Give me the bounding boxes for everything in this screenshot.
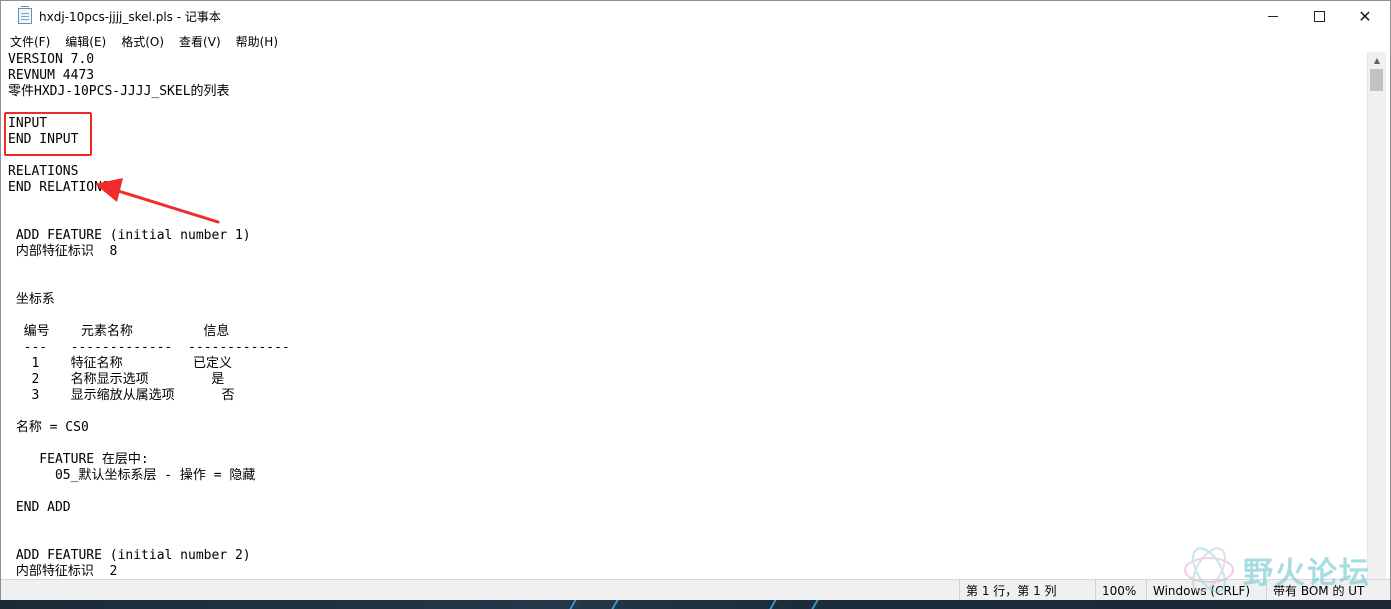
status-encoding: 带有 BOM 的 UT bbox=[1266, 580, 1391, 602]
close-button[interactable]: ✕ bbox=[1342, 1, 1388, 31]
title-bar[interactable]: hxdj-10pcs-jjjj_skel.pls - 记事本 ✕ bbox=[1, 1, 1390, 31]
editor-line[interactable] bbox=[8, 484, 1367, 500]
annotation-arrow-icon bbox=[95, 178, 220, 224]
editor-line[interactable]: 内部特征标识 8 bbox=[8, 244, 1367, 260]
close-icon: ✕ bbox=[1358, 6, 1372, 26]
editor-line[interactable] bbox=[8, 516, 1367, 532]
menu-edit[interactable]: 编辑(E) bbox=[56, 33, 112, 50]
status-zoom: 100% bbox=[1095, 580, 1146, 602]
maximize-button[interactable] bbox=[1296, 1, 1342, 31]
editor-line[interactable]: 2 名称显示选项 是 bbox=[8, 372, 1367, 388]
vertical-scrollbar[interactable]: ▲ bbox=[1367, 52, 1386, 579]
editor-line[interactable]: ADD FEATURE (initial number 2) bbox=[8, 548, 1367, 564]
editor-line[interactable]: VERSION 7.0 bbox=[8, 52, 1367, 68]
editor-line[interactable] bbox=[8, 276, 1367, 292]
text-editor[interactable]: VERSION 7.0 REVNUM 4473 零件HXDJ-10PCS-JJJJ_… bbox=[1, 52, 1367, 579]
editor-line[interactable] bbox=[8, 148, 1367, 164]
menu-file[interactable]: 文件(F) bbox=[1, 33, 56, 50]
editor-line[interactable]: 1 特征名称 已定义 bbox=[8, 356, 1367, 372]
editor-line[interactable]: --- ------------- ------------- bbox=[8, 340, 1367, 356]
menu-view[interactable]: 查看(V) bbox=[170, 33, 227, 50]
status-line-ending: Windows (CRLF) bbox=[1146, 580, 1265, 602]
editor-line[interactable]: END ADD bbox=[8, 500, 1367, 516]
notepad-icon bbox=[18, 6, 32, 24]
editor-line[interactable]: 编号 元素名称 信息 bbox=[8, 324, 1367, 340]
editor-line[interactable]: ADD FEATURE (initial number 1) bbox=[8, 228, 1367, 244]
desktop-decoration bbox=[769, 600, 819, 609]
editor-line[interactable]: INPUT bbox=[8, 116, 1367, 132]
scroll-thumb[interactable] bbox=[1370, 69, 1383, 91]
scroll-up-arrow-icon[interactable]: ▲ bbox=[1368, 52, 1386, 69]
editor-line[interactable]: 05_默认坐标系层 - 操作 = 隐藏 bbox=[8, 468, 1367, 484]
editor-line[interactable]: 零件HXDJ-10PCS-JJJJ_SKEL的列表 bbox=[8, 84, 1367, 100]
minimize-button[interactable] bbox=[1250, 1, 1296, 31]
desktop-decoration bbox=[569, 600, 619, 609]
menu-format[interactable]: 格式(O) bbox=[112, 33, 170, 50]
editor-line[interactable] bbox=[8, 532, 1367, 548]
editor-line[interactable]: REVNUM 4473 bbox=[8, 68, 1367, 84]
menu-bar: 文件(F) 编辑(E) 格式(O) 查看(V) 帮助(H) bbox=[1, 31, 1390, 51]
annotation-highlight-box bbox=[4, 112, 92, 156]
maximize-icon bbox=[1313, 10, 1325, 22]
minimize-icon bbox=[1268, 15, 1278, 17]
notepad-window: hxdj-10pcs-jjjj_skel.pls - 记事本 ✕ 文件(F) 编… bbox=[0, 0, 1391, 602]
desktop-background bbox=[0, 600, 1391, 609]
status-cursor-position: 第 1 行，第 1 列 bbox=[959, 580, 1092, 602]
editor-line[interactable] bbox=[8, 100, 1367, 116]
editor-text[interactable]: VERSION 7.0 REVNUM 4473 零件HXDJ-10PCS-JJJJ_… bbox=[1, 52, 1367, 579]
editor-line[interactable]: 坐标系 bbox=[8, 292, 1367, 308]
editor-line[interactable]: 3 显示缩放从属选项 否 bbox=[8, 388, 1367, 404]
editor-line[interactable]: FEATURE 在层中: bbox=[8, 452, 1367, 468]
editor-line[interactable] bbox=[8, 436, 1367, 452]
editor-line[interactable] bbox=[8, 308, 1367, 324]
editor-line[interactable]: 内部特征标识 2 bbox=[8, 564, 1367, 579]
menu-help[interactable]: 帮助(H) bbox=[227, 33, 284, 50]
editor-line[interactable]: END INPUT bbox=[8, 132, 1367, 148]
editor-line[interactable]: 名称 = CS0 bbox=[8, 420, 1367, 436]
window-title: hxdj-10pcs-jjjj_skel.pls - 记事本 bbox=[39, 10, 221, 24]
editor-line[interactable] bbox=[8, 404, 1367, 420]
status-bar: 第 1 行，第 1 列 100% Windows (CRLF) 带有 BOM 的… bbox=[1, 579, 1390, 602]
editor-line[interactable] bbox=[8, 260, 1367, 276]
